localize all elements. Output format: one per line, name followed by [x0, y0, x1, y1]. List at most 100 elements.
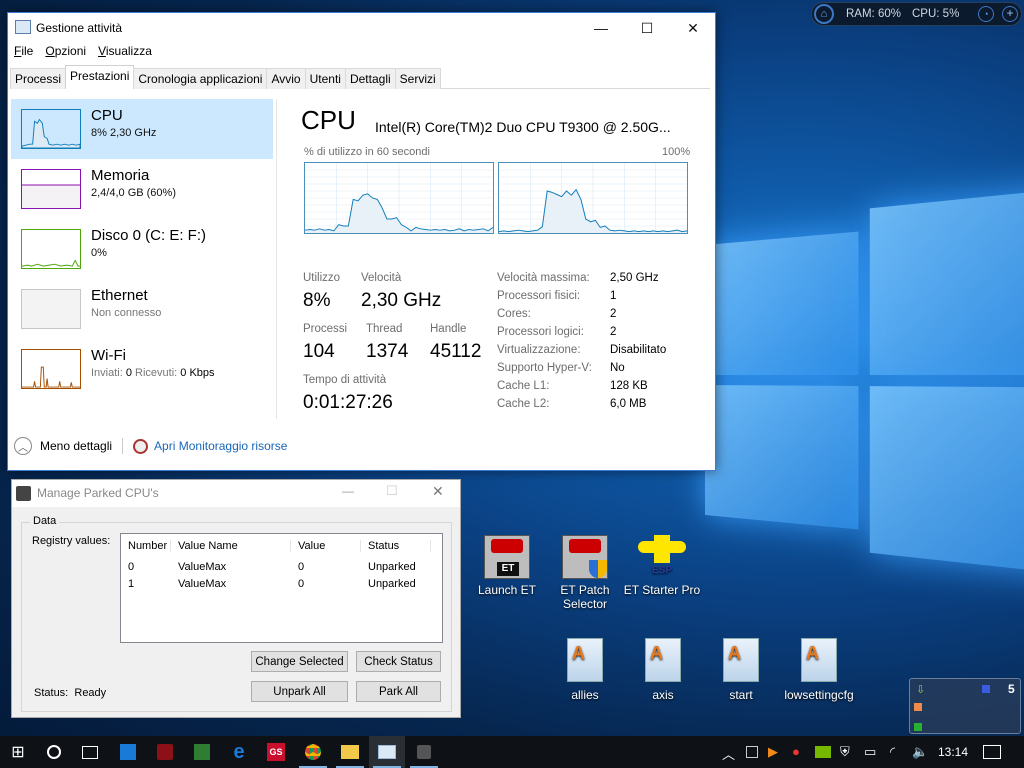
taskbar-app-store[interactable] [110, 736, 146, 768]
less-details-link[interactable]: Meno dettagli [40, 439, 112, 453]
sidebar-ethernet-name: Ethernet [91, 287, 148, 304]
tab-app-history[interactable]: Cronologia applicazioni [133, 68, 268, 89]
cpu-model-name: Intel(R) Core(TM)2 Duo CPU T9300 @ 2.50G… [375, 119, 671, 135]
action-center-icon[interactable] [983, 745, 1001, 759]
desktop-icon-start[interactable]: A start [701, 638, 781, 702]
clock[interactable]: 13:14 [938, 745, 968, 759]
parked-close-button[interactable]: ✕ [432, 483, 444, 500]
taskbar-app-task-manager[interactable] [369, 736, 405, 768]
tab-performance[interactable]: Prestazioni [65, 65, 135, 89]
volume-icon[interactable]: 🔈 [912, 744, 928, 760]
sidebar-item-memory[interactable]: Memoria 2,4/4,0 GB (60%) [11, 159, 273, 219]
status-line: Status: Ready [34, 687, 107, 699]
tray-security-icon[interactable]: ● [792, 744, 800, 759]
parked-cpu-title: Manage Parked CPU's [37, 486, 159, 500]
spec-label: Cache L1: [497, 380, 550, 392]
wifi-icon[interactable]: ◜ [890, 744, 895, 760]
minimize-button[interactable]: — [578, 13, 624, 43]
menu-view[interactable]: Visualizza [98, 44, 152, 58]
system-monitor-widget: ⌂ RAM: 60% CPU: 5% ◔ + [811, 2, 1022, 26]
windows-wallpaper-logo [705, 186, 1024, 577]
task-view-button[interactable] [72, 736, 108, 768]
et-patch-icon [562, 535, 608, 579]
col-number[interactable]: Number [121, 540, 171, 552]
ethernet-thumbnail-graph [21, 289, 81, 329]
table-row[interactable]: 0 ValueMax 0 Unparked [121, 558, 442, 575]
sidebar-wifi-sub: Inviati: 0 Ricevuti: 0 Kbps [91, 367, 215, 379]
task-manager-icon [378, 745, 396, 759]
battery-icon[interactable]: ▭ [864, 744, 876, 760]
core-1-usage-graph [498, 162, 688, 234]
registry-list[interactable]: Number Value Name Value Status 0 ValueMa… [120, 533, 443, 643]
broom-icon[interactable]: ⌂ [814, 4, 834, 24]
start-button[interactable]: ⊞ [0, 736, 36, 768]
cortana-button[interactable] [36, 736, 72, 768]
menu-options[interactable]: Opzioni [45, 44, 86, 58]
taskbar: ⊞ e GS ︿ ▶ ● ⛨ ▭ ◜ 🔈 13:14 [0, 736, 1024, 768]
col-status[interactable]: Status [361, 540, 431, 552]
threads-label: Thread [366, 323, 403, 335]
spec-label: Processori fisici: [497, 290, 581, 302]
taskbar-app-audio[interactable] [147, 736, 183, 768]
sidebar-item-cpu[interactable]: CPU 8% 2,30 GHz [11, 99, 273, 159]
sidebar-item-wifi[interactable]: Wi-Fi Inviati: 0 Ricevuti: 0 Kbps [11, 339, 273, 399]
maximize-button[interactable]: ☐ [624, 13, 670, 43]
tab-details[interactable]: Dettagli [344, 68, 396, 89]
tray-app-icon[interactable] [746, 746, 758, 758]
plus-icon[interactable]: + [1002, 6, 1018, 22]
virtual-desktop-widget[interactable]: ⇩ 5 [909, 678, 1021, 734]
menu-file[interactable]: File [14, 44, 33, 58]
park-all-button[interactable]: Park All [356, 681, 441, 702]
cpu-usage: CPU: 5% [912, 8, 960, 20]
desktop-icon-et-starter-pro[interactable]: ESP ET Starter Pro [622, 535, 702, 597]
close-button[interactable]: ✕ [670, 13, 716, 43]
sidebar-item-ethernet[interactable]: Ethernet Non connesso [11, 279, 273, 339]
taskbar-app-parked-cpu[interactable] [406, 736, 442, 768]
desktop-icon-lowsettingcfg[interactable]: A lowsettingcfg [779, 638, 859, 702]
desktop-icon-launch-et[interactable]: ET Launch ET [467, 535, 547, 597]
desktop-icon-axis[interactable]: A axis [623, 638, 703, 702]
tab-processes[interactable]: Processi [10, 68, 67, 89]
cpu-thumbnail-graph [21, 109, 81, 149]
taskbar-app-chrome[interactable] [295, 736, 331, 768]
sidebar-memory-sub: 2,4/4,0 GB (60%) [91, 187, 176, 199]
sidebar-disk-sub: 0% [91, 247, 107, 259]
unpark-all-button[interactable]: Unpark All [251, 681, 348, 702]
magnifier-app-icon [194, 744, 210, 760]
defender-shield-icon[interactable]: ⛨ [840, 744, 850, 760]
performance-sidebar: CPU 8% 2,30 GHz Memoria 2,4/4,0 GB (60%)… [11, 99, 273, 399]
tray-arrows-icon[interactable]: ▶ [768, 744, 778, 760]
tab-users[interactable]: Utenti [304, 68, 346, 89]
taskbar-app-explorer[interactable] [332, 736, 368, 768]
col-value[interactable]: Value [291, 540, 361, 552]
tab-services[interactable]: Servizi [394, 68, 441, 89]
processes-label: Processi [303, 323, 348, 335]
taskbar-app-gs[interactable]: GS [258, 736, 294, 768]
tab-startup[interactable]: Avvio [266, 68, 306, 89]
resource-monitor-link[interactable]: Apri Monitoraggio risorse [154, 439, 287, 453]
check-status-button[interactable]: Check Status [356, 651, 441, 672]
sidebar-item-disk[interactable]: Disco 0 (C: E: F:) 0% [11, 219, 273, 279]
uptime-label: Tempo di attività [303, 374, 387, 386]
table-row[interactable]: 1 ValueMax 0 Unparked [121, 575, 442, 592]
spec-value: 6,0 MB [610, 398, 647, 410]
desktop-icon-allies[interactable]: A allies [545, 638, 625, 702]
tab-bar: Processi Prestazioni Cronologia applicaz… [10, 65, 710, 89]
shield-icon [589, 560, 607, 578]
nvidia-icon[interactable] [815, 746, 831, 758]
speedometer-icon[interactable]: ◔ [978, 6, 994, 22]
spec-label: Processori logici: [497, 326, 584, 338]
menu-bar: File Opzioni Visualizza [14, 44, 152, 58]
parked-maximize-button[interactable]: ☐ [386, 483, 398, 499]
taskbar-app-search[interactable] [184, 736, 220, 768]
sidebar-ethernet-sub: Non connesso [91, 307, 162, 319]
parked-minimize-button[interactable]: — [342, 484, 354, 498]
disk-thumbnail-graph [21, 229, 81, 269]
tray-overflow-icon[interactable]: ︿ [722, 744, 735, 763]
chevron-up-icon[interactable]: ︿ [14, 437, 32, 455]
change-selected-button[interactable]: Change Selected [251, 651, 348, 672]
task-manager-window: Gestione attività — ☐ ✕ File Opzioni Vis… [7, 12, 716, 471]
taskbar-app-edge[interactable]: e [221, 736, 257, 768]
col-value-name[interactable]: Value Name [171, 540, 291, 552]
desktop-icon-et-patch-selector[interactable]: ET Patch Selector [545, 535, 625, 611]
